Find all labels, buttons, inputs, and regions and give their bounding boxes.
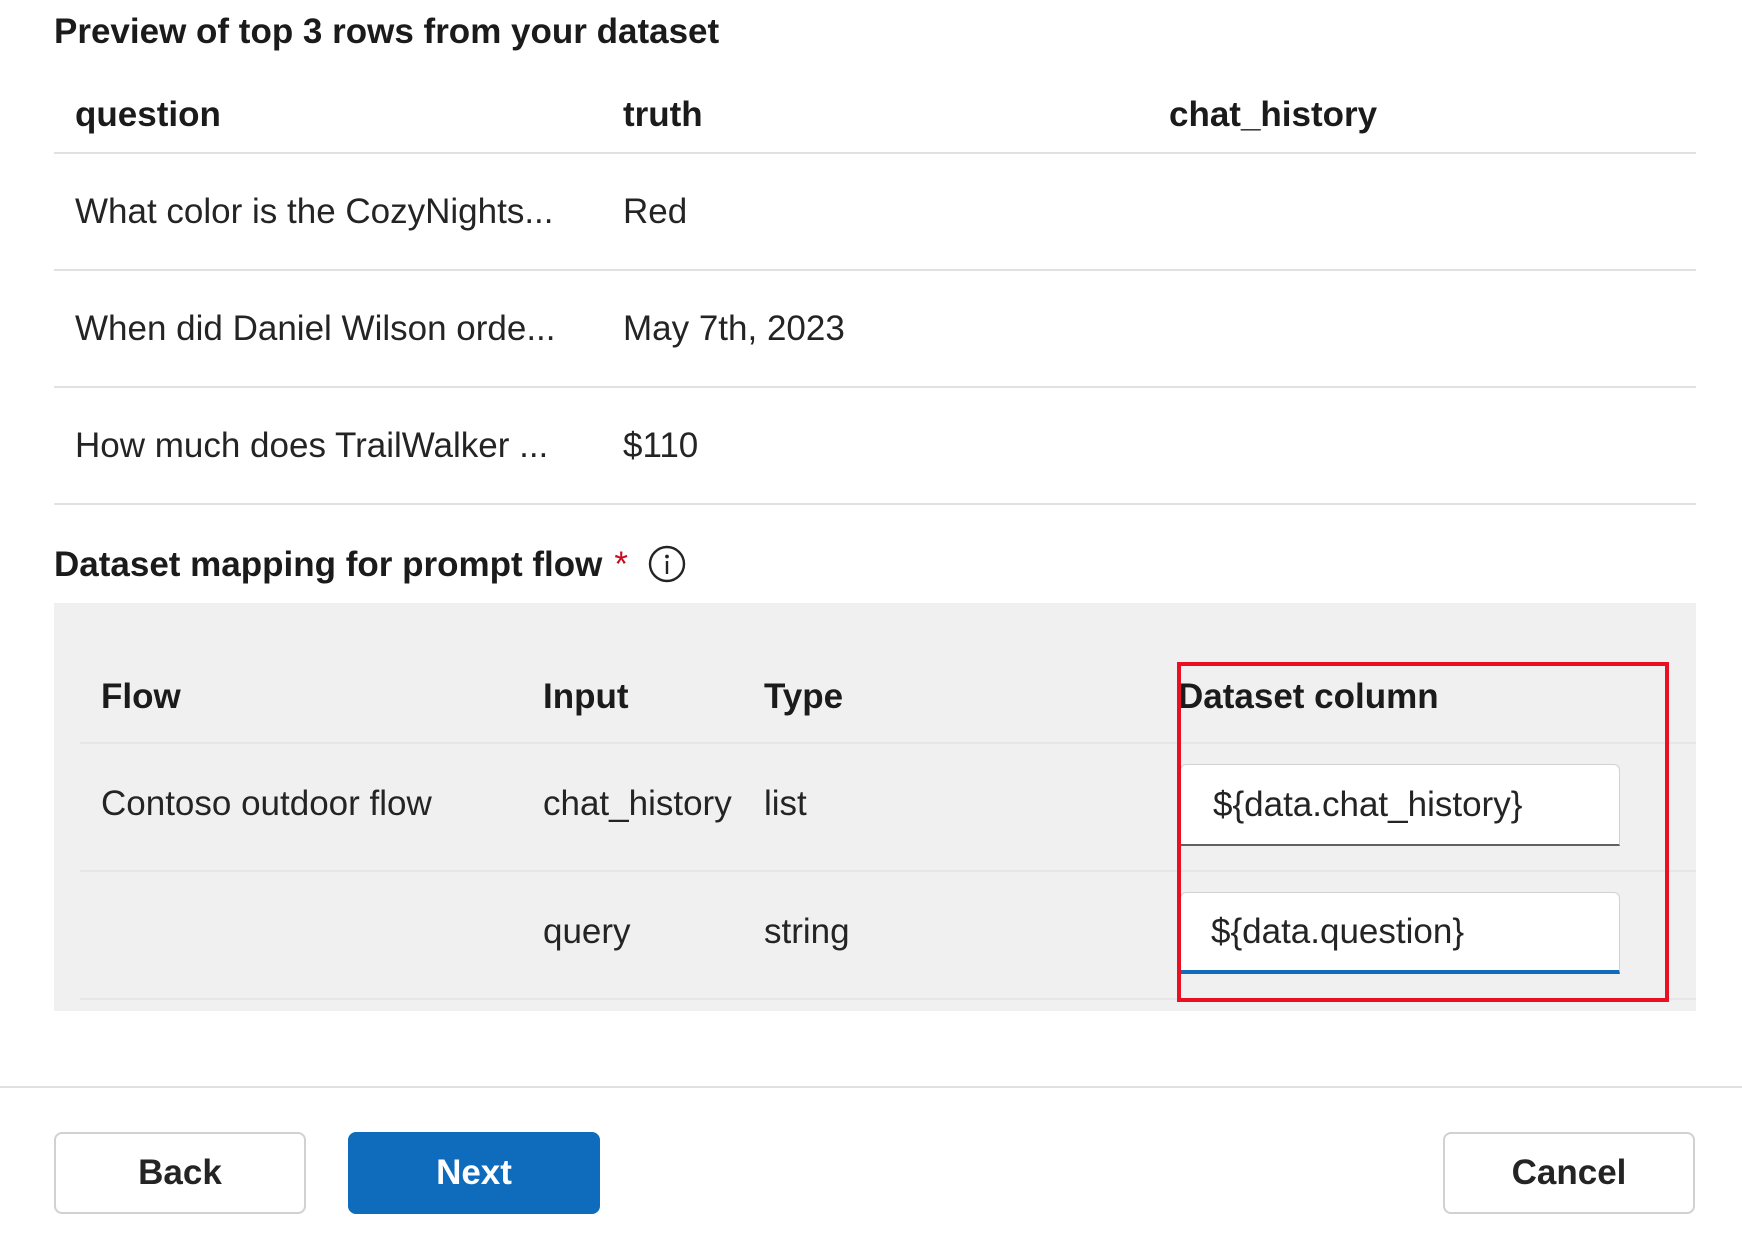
column-header-chat-history[interactable]: chat_history — [1169, 78, 1669, 152]
next-button[interactable]: Next — [348, 1132, 600, 1214]
column-header-truth[interactable]: truth — [623, 78, 1123, 152]
question-cell: What color is the CozyNights... — [75, 191, 554, 231]
info-icon[interactable] — [648, 545, 686, 583]
flow-name: Contoso outdoor flow — [101, 784, 432, 823]
mapping-title: Dataset mapping for prompt flow * — [54, 545, 686, 583]
column-header-type: Type — [764, 677, 844, 716]
column-header-dataset-column: Dataset column — [1178, 677, 1439, 716]
back-button[interactable]: Back — [54, 1132, 306, 1214]
column-header-flow: Flow — [101, 677, 181, 716]
input-name: query — [543, 912, 631, 951]
table-row: When did Daniel Wilson orde... May 7th, … — [54, 271, 1696, 388]
cancel-button[interactable]: Cancel — [1443, 1132, 1695, 1214]
query-mapping-field[interactable]: ${data.question} — [1180, 892, 1620, 974]
question-cell: How much does TrailWalker ... — [75, 425, 549, 465]
chat-history-cell — [1169, 154, 1669, 269]
chat-history-mapping-field[interactable]: ${data.chat_history} — [1180, 764, 1620, 846]
input-type: list — [764, 784, 807, 823]
input-name: chat_history — [543, 784, 732, 823]
chat-history-cell — [1169, 271, 1669, 386]
preview-table: question truth chat_history What color i… — [54, 78, 1696, 505]
truth-cell: $110 — [623, 425, 699, 465]
mapping-title-text: Dataset mapping for prompt flow — [54, 544, 603, 584]
column-header-question[interactable]: question — [75, 78, 580, 152]
input-type: string — [764, 912, 850, 951]
chat-history-cell — [1169, 388, 1669, 503]
truth-cell: May 7th, 2023 — [623, 308, 845, 348]
required-marker: * — [614, 544, 628, 584]
table-row: What color is the CozyNights... Red — [54, 154, 1696, 271]
truth-cell: Red — [623, 191, 688, 231]
mapping-header-row: Flow Input Type Dataset column — [80, 603, 1696, 744]
footer-divider — [0, 1086, 1742, 1088]
table-row: How much does TrailWalker ... $110 — [54, 388, 1696, 505]
preview-header-row: question truth chat_history — [54, 78, 1696, 154]
preview-title: Preview of top 3 rows from your dataset — [54, 12, 720, 51]
column-header-input: Input — [543, 677, 629, 716]
question-cell: When did Daniel Wilson orde... — [75, 308, 556, 348]
